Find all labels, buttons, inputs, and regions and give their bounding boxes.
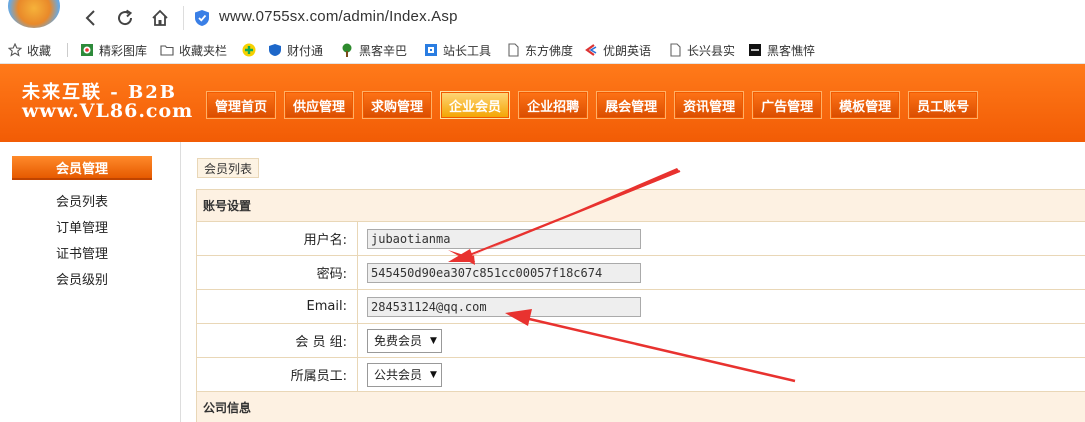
username-label: 用户名:	[197, 222, 358, 255]
sidebar-item-certificates[interactable]: 证书管理	[12, 243, 152, 262]
browser-address-bar: www.0755sx.com/admin/Index.Asp	[0, 0, 1085, 36]
logo-url: www.VL86.com	[22, 100, 194, 122]
bookmark-item[interactable]: 站长工具	[424, 42, 491, 58]
bookmark-item[interactable]: 财付通	[268, 42, 323, 58]
bookmark-favorites[interactable]: 收藏	[7, 42, 51, 58]
address-url[interactable]: www.0755sx.com/admin/Index.Asp	[219, 8, 458, 25]
admin-header: 未来互联 - B2B www.VL86.com 管理首页 供应管理 求购管理 企…	[0, 64, 1085, 142]
menu-members[interactable]: 企业会员	[440, 91, 511, 119]
staff-row: 所属员工: 公共会员 ▼	[196, 358, 1085, 392]
member-group-row: 会 员 组: 免费会员 ▼	[196, 324, 1085, 358]
back-icon[interactable]	[80, 7, 102, 29]
tenpay-shield-icon	[268, 43, 282, 57]
member-group-label: 会 员 组:	[197, 324, 358, 357]
tree-icon	[340, 43, 354, 57]
menu-templates[interactable]: 模板管理	[830, 91, 901, 119]
sidebar: 会员管理 会员列表 订单管理 证书管理 会员级别	[0, 142, 165, 422]
security-shield-icon[interactable]	[194, 9, 210, 27]
dark-site-icon	[748, 43, 762, 57]
account-settings-form: 账号设置 用户名: jubaotianma 密码: 545450d90ea307…	[196, 189, 1085, 422]
username-field[interactable]: jubaotianma	[367, 228, 641, 249]
address-separator	[183, 6, 184, 30]
section-title: 账号设置	[196, 190, 1085, 222]
password-field[interactable]: 545450d90ea307c851cc00057f18c674	[367, 262, 641, 283]
sidebar-divider	[180, 142, 181, 422]
page-icon	[506, 43, 520, 57]
main-menu: 管理首页 供应管理 求购管理 企业会员 企业招聘 展会管理 资讯管理 广告管理 …	[206, 91, 986, 119]
sidebar-item-orders[interactable]: 订单管理	[12, 217, 152, 236]
menu-exhibition[interactable]: 展会管理	[596, 91, 667, 119]
chevron-down-icon: ▼	[430, 335, 437, 346]
folder-icon	[160, 43, 174, 57]
email-label: Email:	[197, 290, 358, 323]
sidebar-title: 会员管理	[12, 156, 152, 180]
password-label: 密码:	[197, 256, 358, 289]
username-row: 用户名: jubaotianma	[196, 222, 1085, 256]
staff-select[interactable]: 公共会员 ▼	[367, 362, 442, 387]
refresh-icon[interactable]	[114, 7, 136, 29]
menu-home[interactable]: 管理首页	[206, 91, 277, 119]
password-row: 密码: 545450d90ea307c851cc00057f18c674	[196, 256, 1085, 290]
menu-supply[interactable]: 供应管理	[284, 91, 355, 119]
company-info-section-title: 公司信息	[196, 392, 1085, 422]
bookmark-item[interactable]: 黑客辛巴	[340, 42, 407, 58]
bookmark-separator	[67, 43, 68, 57]
email-field[interactable]: 284531124@qq.com	[367, 296, 641, 317]
breadcrumb: 会员列表	[197, 158, 260, 178]
chevron-down-icon: ▼	[430, 369, 437, 380]
tenpay-icon	[242, 43, 256, 57]
english-site-icon	[584, 43, 598, 57]
star-icon	[7, 42, 23, 57]
bookmark-item[interactable]: 优朗英语	[584, 42, 651, 58]
bookmark-item[interactable]: 长兴县实	[668, 42, 735, 58]
member-group-select[interactable]: 免费会员 ▼	[367, 328, 442, 353]
menu-news[interactable]: 资讯管理	[674, 91, 745, 119]
home-icon[interactable]	[149, 7, 171, 29]
bookmark-item[interactable]: 黑客憔悴	[748, 42, 815, 58]
bookmark-item[interactable]: 东方佛度	[506, 42, 573, 58]
sidebar-item-member-list[interactable]: 会员列表	[12, 191, 152, 210]
page-icon	[668, 43, 682, 57]
bookmark-item[interactable]	[242, 42, 265, 58]
bookmark-item[interactable]: 精彩图库	[80, 42, 147, 58]
menu-staff-accounts[interactable]: 员工账号	[908, 91, 979, 119]
menu-purchase[interactable]: 求购管理	[362, 91, 433, 119]
webmaster-tools-icon	[424, 43, 438, 57]
menu-recruitment[interactable]: 企业招聘	[518, 91, 589, 119]
staff-label: 所属员工:	[197, 358, 358, 391]
sidebar-item-member-levels[interactable]: 会员级别	[12, 269, 152, 288]
bookmark-folder[interactable]: 收藏夹栏	[160, 42, 227, 58]
profile-avatar[interactable]	[8, 0, 60, 28]
menu-ads[interactable]: 广告管理	[752, 91, 823, 119]
bookmarks-bar: 收藏 精彩图库 收藏夹栏 财付通 黑客辛巴 站长工具 东方佛度 优朗英语 长兴县…	[0, 36, 1085, 64]
email-row: Email: 284531124@qq.com	[196, 290, 1085, 324]
gallery-icon	[80, 43, 94, 57]
